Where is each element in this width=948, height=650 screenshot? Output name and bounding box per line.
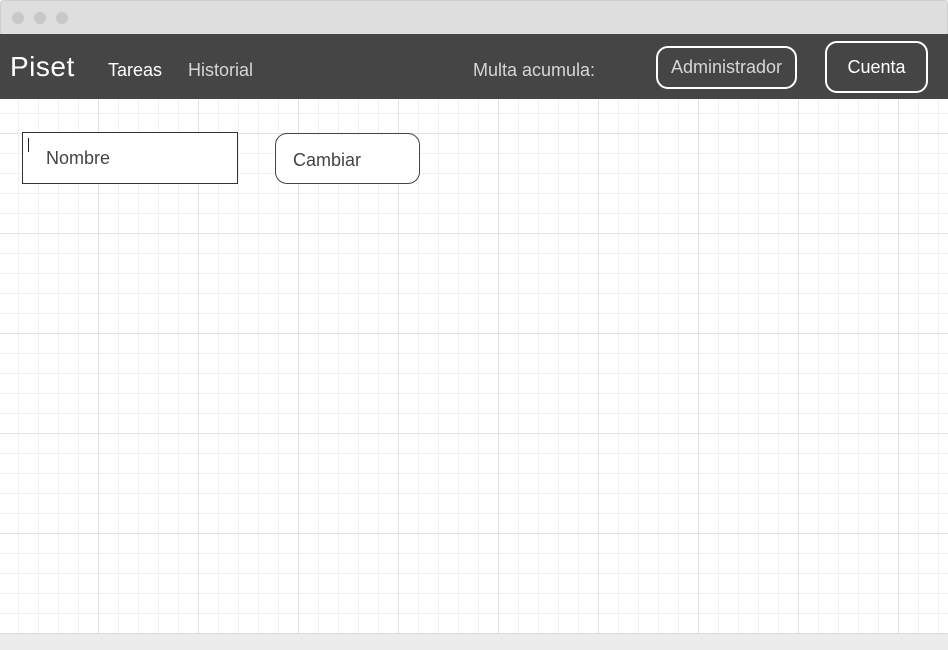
- window-minimize-dot[interactable]: [34, 12, 46, 24]
- window-titlebar: [0, 0, 948, 34]
- change-button[interactable]: Cambiar: [275, 133, 420, 184]
- browser-window: Piset Tareas Historial Multa acumula: Ad…: [0, 0, 948, 650]
- window-close-dot[interactable]: [12, 12, 24, 24]
- name-input[interactable]: [22, 132, 238, 184]
- admin-button[interactable]: Administrador: [656, 46, 797, 89]
- text-cursor: [28, 138, 29, 152]
- account-button[interactable]: Cuenta: [825, 41, 928, 93]
- brand-logo: Piset: [10, 51, 75, 82]
- nav-link-tareas[interactable]: Tareas: [108, 60, 162, 80]
- multa-acumulada-label: Multa acumula:: [473, 60, 596, 80]
- top-navbar: Piset Tareas Historial Multa acumula: Ad…: [0, 34, 948, 99]
- nav-link-historial[interactable]: Historial: [188, 60, 253, 80]
- window-maximize-dot[interactable]: [56, 12, 68, 24]
- window-bottom-bar: [0, 633, 948, 650]
